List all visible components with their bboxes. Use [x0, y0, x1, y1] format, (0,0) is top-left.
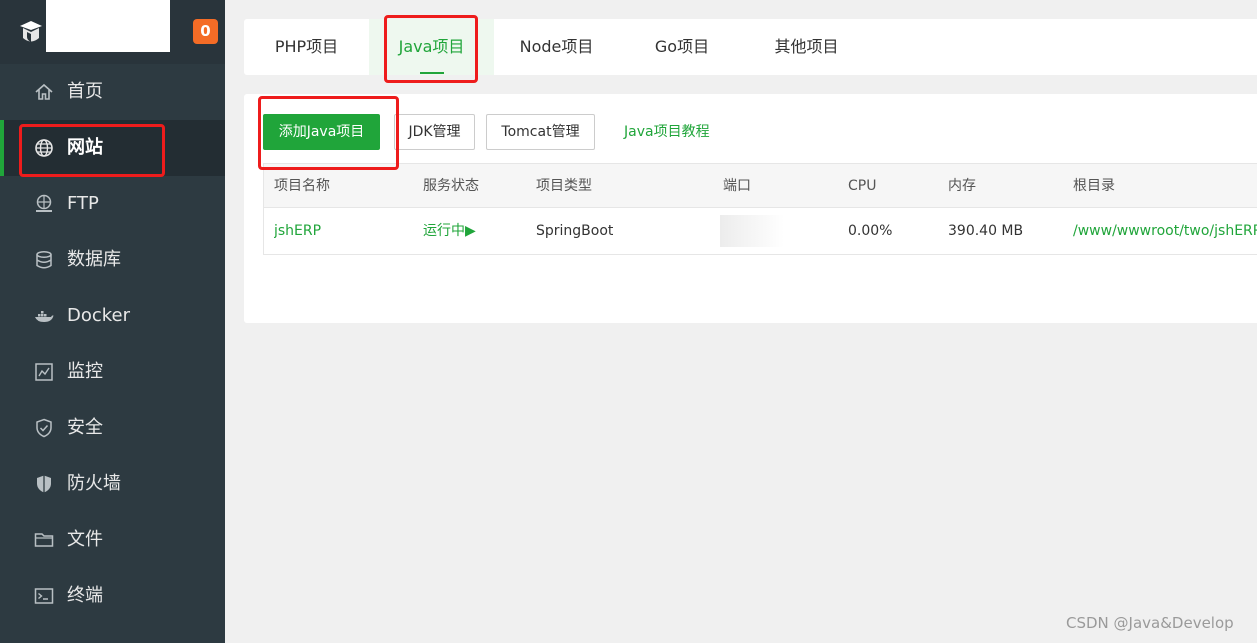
home-icon [35, 83, 53, 100]
ftp-icon [36, 194, 52, 212]
memory-value: 390.40 MB [948, 223, 1024, 239]
column-header-memory[interactable]: 内存 [948, 164, 976, 208]
watermark: CSDN @Java&Develop [1066, 614, 1234, 632]
column-header-type[interactable]: 项目类型 [536, 164, 592, 208]
sidebar-item-label: Docker [67, 305, 131, 326]
sidebar-item-label: 首页 [67, 81, 103, 102]
tab-other[interactable]: 其他项目 [754, 19, 859, 75]
sidebar-item-label: 网站 [67, 137, 103, 158]
table-row: jshERP 运行中▶ SpringBoot 0.00% 390.40 MB /… [264, 208, 1257, 255]
project-type-tabs: PHP项目 Java项目 Node项目 Go项目 其他项目 [244, 19, 1257, 75]
docker-icon [35, 311, 54, 322]
project-table: 项目名称 服务状态 项目类型 端口 CPU 内存 根目录 jshERP 运行中▶… [263, 163, 1257, 255]
sidebar-item-label: 防火墙 [67, 473, 121, 494]
table-header: 项目名称 服务状态 项目类型 端口 CPU 内存 根目录 [264, 164, 1257, 208]
project-name-link[interactable]: jshERP [274, 208, 321, 255]
sidebar-item-label: 监控 [67, 361, 103, 382]
database-icon [36, 250, 52, 269]
sidebar-item-home[interactable]: 首页 [0, 64, 225, 120]
project-type-value: SpringBoot [536, 223, 614, 239]
sidebar-item-label: 数据库 [67, 249, 121, 270]
column-header-cpu[interactable]: CPU [848, 164, 876, 208]
column-header-port[interactable]: 端口 [723, 164, 751, 208]
sidebar-item-label: 安全 [67, 417, 103, 438]
port-value-redacted [720, 215, 784, 247]
folder-icon [34, 533, 54, 547]
java-tutorial-link[interactable]: Java项目教程 [624, 114, 710, 150]
sidebar-item-firewall[interactable]: 防火墙 [0, 456, 225, 512]
column-header-name[interactable]: 项目名称 [274, 164, 330, 208]
sidebar-item-label: 文件 [67, 529, 103, 550]
terminal-icon [34, 588, 54, 604]
sidebar-item-label: FTP [67, 193, 99, 214]
sidebar-header: 0 [0, 0, 225, 64]
jdk-manage-button[interactable]: JDK管理 [394, 114, 475, 150]
sidebar-item-website[interactable]: 网站 [0, 120, 225, 176]
shield-icon [36, 418, 52, 438]
firewall-icon [37, 475, 51, 493]
java-project-panel: 添加Java项目 JDK管理 Tomcat管理 Java项目教程 项目名称 服务… [244, 94, 1257, 323]
sidebar-item-database[interactable]: 数据库 [0, 232, 225, 288]
sidebar-item-terminal[interactable]: 终端 [0, 568, 225, 624]
add-java-project-button[interactable]: 添加Java项目 [263, 114, 380, 150]
monitor-icon [35, 363, 53, 381]
server-name-box[interactable] [46, 0, 170, 52]
panel-logo-icon [20, 21, 42, 42]
tab-php[interactable]: PHP项目 [256, 19, 357, 75]
sidebar-item-docker[interactable]: Docker [0, 288, 225, 344]
globe-icon [35, 139, 53, 157]
tab-go[interactable]: Go项目 [634, 19, 730, 75]
sidebar-item-security[interactable]: 安全 [0, 400, 225, 456]
tab-node[interactable]: Node项目 [506, 19, 607, 75]
tab-java[interactable]: Java项目 [369, 19, 494, 75]
notification-badge[interactable]: 0 [193, 19, 218, 44]
sidebar-item-label: 终端 [67, 585, 103, 606]
column-header-status[interactable]: 服务状态 [423, 164, 479, 208]
column-header-root[interactable]: 根目录 [1073, 164, 1115, 208]
tomcat-manage-button[interactable]: Tomcat管理 [486, 114, 595, 150]
sidebar: 0 首页 网站 FTP 数据库 Docker 监控 安全 防火墙 文件 终端 [0, 0, 225, 643]
service-status-link[interactable]: 运行中▶ [423, 208, 476, 255]
sidebar-item-files[interactable]: 文件 [0, 512, 225, 568]
sidebar-item-monitor[interactable]: 监控 [0, 344, 225, 400]
sidebar-item-ftp[interactable]: FTP [0, 176, 225, 232]
root-directory-link[interactable]: /www/wwwroot/two/jshERP [1073, 208, 1257, 255]
cpu-value: 0.00% [848, 223, 893, 239]
